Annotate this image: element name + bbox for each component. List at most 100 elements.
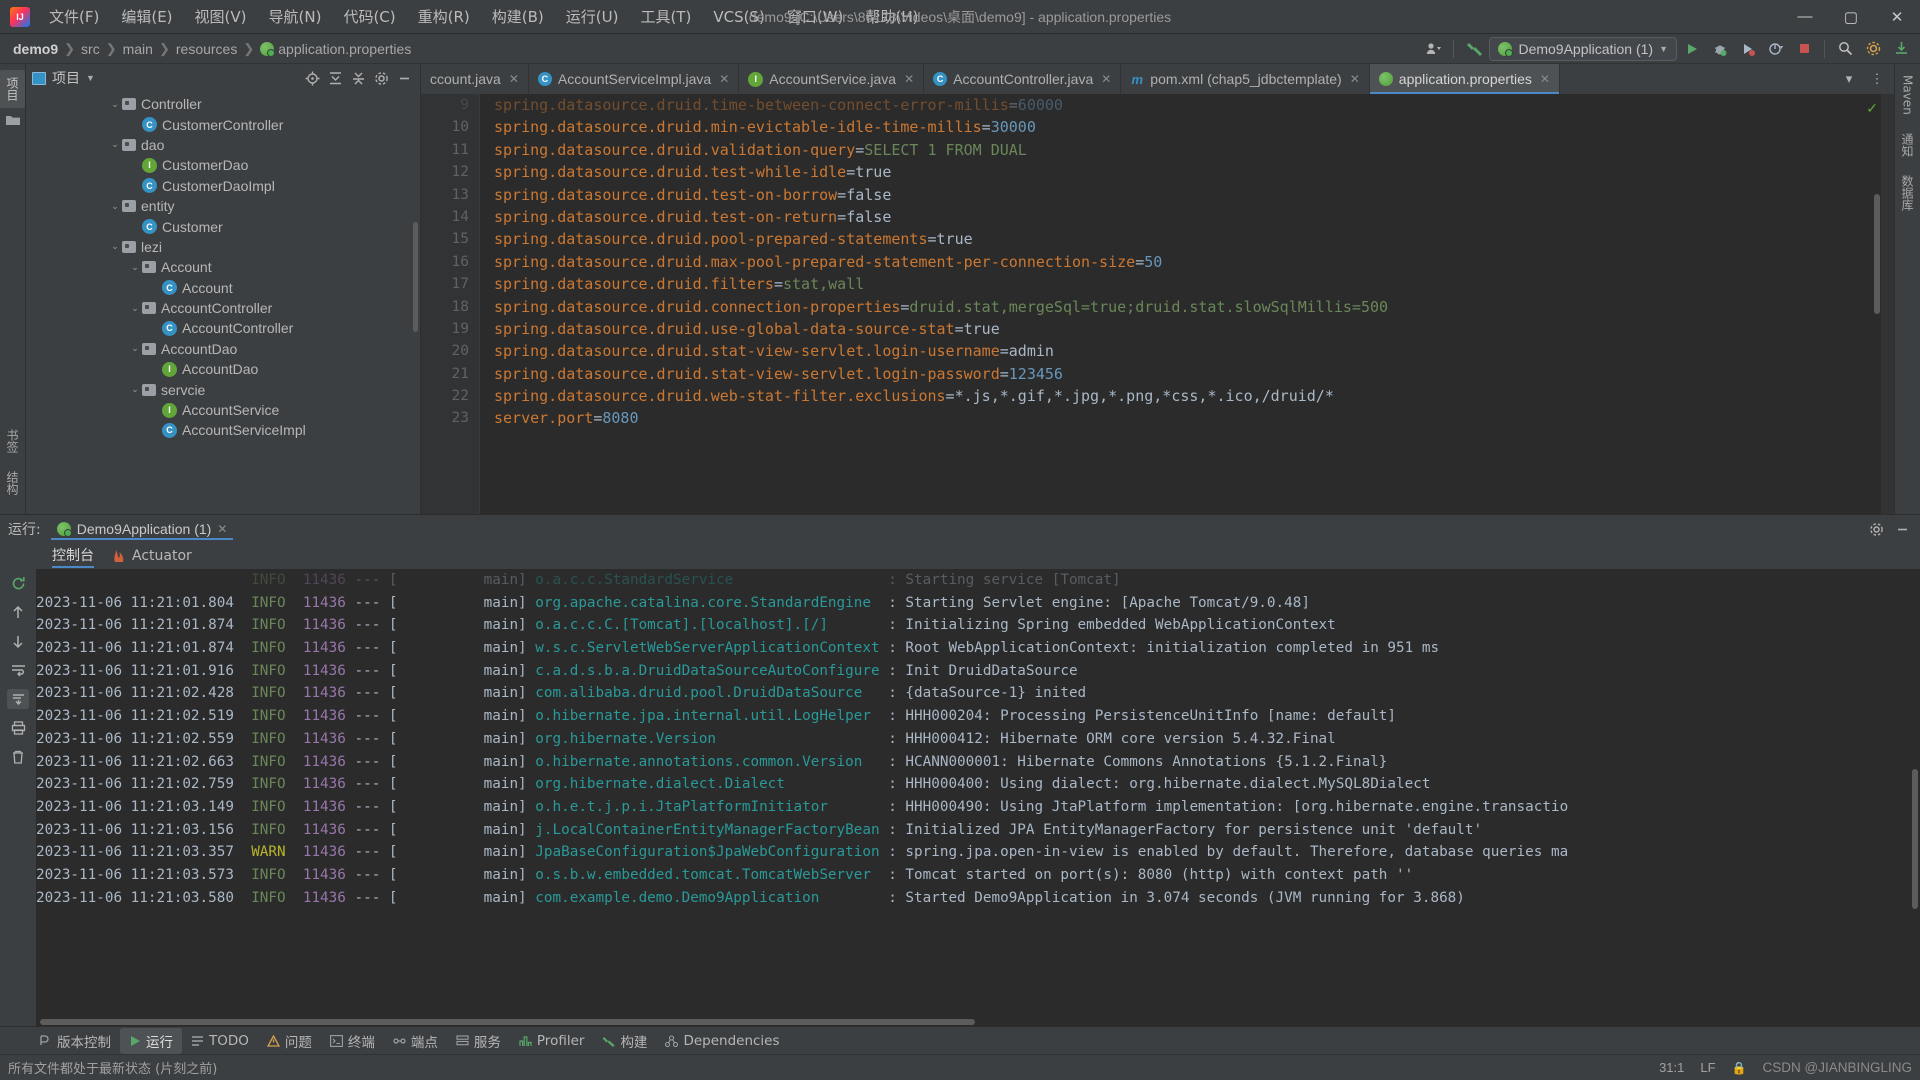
tree-node[interactable]: C CustomerDaoImpl [26,176,420,196]
tree-node[interactable]: ⌄ Account [26,257,420,277]
run-config-tab[interactable]: Demo9Application (1) ✕ [51,518,234,540]
run-with-coverage-button[interactable] [1735,37,1761,61]
tree-node[interactable]: I AccountService [26,400,420,420]
tool-window-button-7[interactable]: Profiler [510,1030,594,1052]
scroll-up-icon[interactable] [7,602,29,622]
chevron-down-icon[interactable]: ▾ [1836,67,1862,91]
minimize-button[interactable]: — [1782,0,1828,34]
code-line[interactable]: spring.datasource.druid.connection-prope… [494,296,1894,318]
close-icon[interactable]: ✕ [1540,72,1550,86]
print-icon[interactable] [7,718,29,738]
menu-item-8[interactable]: 工具(T) [629,2,702,31]
menu-item-7[interactable]: 运行(U) [555,2,630,31]
close-icon[interactable]: ✕ [1350,72,1360,86]
tool-tab-structure[interactable]: 结构 [1,466,24,500]
caret-position[interactable]: 31:1 [1659,1060,1684,1075]
debug-button[interactable] [1707,37,1733,61]
code-line[interactable]: spring.datasource.druid.test-while-idle=… [494,161,1894,183]
code-line[interactable]: spring.datasource.druid.validation-query… [494,139,1894,161]
stop-button[interactable] [1791,37,1817,61]
menu-item-11[interactable]: 帮助(H) [854,2,929,31]
tool-window-button-3[interactable]: 问题 [258,1028,321,1054]
code-line[interactable]: spring.datasource.druid.filters=stat,wal… [494,273,1894,295]
tree-node[interactable]: C CustomerController [26,114,420,134]
tree-node[interactable]: ⌄ AccountDao [26,339,420,359]
code-content[interactable]: spring.datasource.druid.time-between-con… [479,94,1894,514]
maximize-button[interactable]: ▢ [1828,0,1874,34]
code-line[interactable]: spring.datasource.druid.stat-view-servle… [494,340,1894,362]
breadcrumb-item-0[interactable]: demo9 [10,41,61,57]
menu-item-3[interactable]: 导航(N) [258,2,333,31]
profile-button[interactable] [1763,37,1789,61]
tree-node[interactable]: ⌄ AccountController [26,298,420,318]
tree-node[interactable]: I AccountDao [26,359,420,379]
chevron-down-icon[interactable]: ⌄ [128,303,142,314]
collapse-all-icon[interactable] [348,68,368,88]
tool-window-button-0[interactable]: 版本控制 [30,1028,120,1054]
console-scrollbar[interactable] [1912,769,1918,909]
menu-item-2[interactable]: 视图(V) [184,2,258,31]
tree-node[interactable]: ⌄ lezi [26,237,420,257]
chevron-down-icon[interactable]: ⌄ [108,139,122,150]
tree-node[interactable]: I CustomerDao [26,155,420,175]
panel-settings-gear-icon[interactable] [371,68,391,88]
breadcrumb-item-1[interactable]: src [78,41,103,57]
clear-all-icon[interactable] [7,747,29,767]
breadcrumb-item-4[interactable]: application.properties [257,41,414,57]
breadcrumb-item-3[interactable]: resources [173,41,240,57]
scroll-to-end-icon[interactable] [7,689,29,709]
tool-window-button-2[interactable]: TODO [182,1030,258,1052]
code-line[interactable]: spring.datasource.druid.min-evictable-id… [494,116,1894,138]
code-line[interactable]: spring.datasource.druid.time-between-con… [494,94,1894,116]
close-icon[interactable]: ✕ [1101,72,1111,86]
settings-gear-icon[interactable] [1860,37,1886,61]
tree-node[interactable]: C AccountServiceImpl [26,420,420,440]
chevron-down-icon[interactable]: ▼ [86,73,95,83]
line-separator[interactable]: LF [1700,1060,1715,1075]
run-subtab-1[interactable]: Actuator [112,548,192,564]
project-tree[interactable]: ⌄ Controller C CustomerController ⌄ dao I Custo… [26,92,420,514]
code-line[interactable]: spring.datasource.druid.test-on-return=f… [494,206,1894,228]
chevron-down-icon[interactable]: ⌄ [128,343,142,354]
chevron-down-icon[interactable]: ⌄ [128,384,142,395]
code-line[interactable]: spring.datasource.druid.use-global-data-… [494,318,1894,340]
code-line[interactable]: spring.datasource.druid.test-on-borrow=f… [494,184,1894,206]
lock-icon[interactable]: 🔒 [1732,1061,1747,1075]
close-button[interactable]: ✕ [1874,0,1920,34]
tree-node[interactable]: ⌄ entity [26,196,420,216]
user-account-icon[interactable] [1420,37,1446,61]
menu-item-0[interactable]: 文件(F) [38,2,110,31]
tool-window-button-6[interactable]: 服务 [447,1028,510,1054]
editor-scrollbar[interactable] [1874,194,1880,314]
menu-item-10[interactable]: 窗口(W) [776,2,855,31]
console-output[interactable]: INFO 11436 --- [ main] o.a.c.c.StandardS… [36,569,1920,1026]
rerun-icon[interactable] [7,573,29,593]
tool-window-button-8[interactable]: 构建 [593,1028,656,1054]
hide-panel-icon[interactable] [394,68,414,88]
editor-tab-0[interactable]: ccount.java ✕ [421,64,529,94]
tool-window-button-4[interactable]: 终端 [321,1028,384,1054]
editor-tab-1[interactable]: C AccountServiceImpl.java ✕ [529,64,740,94]
run-settings-gear-icon[interactable] [1866,519,1886,539]
run-configuration-selector[interactable]: Demo9Application (1) ▼ [1489,36,1677,61]
build-hammer-icon[interactable] [1461,37,1487,61]
close-icon[interactable]: ✕ [719,72,729,86]
more-options-icon[interactable]: ⋮ [1864,67,1890,91]
editor-tab-4[interactable]: m pom.xml (chap5_jdbctemplate) ✕ [1121,64,1370,94]
editor-tab-3[interactable]: C AccountController.java ✕ [924,64,1122,94]
console-hscrollbar-thumb[interactable] [40,1019,975,1025]
search-everywhere-icon[interactable] [1832,37,1858,61]
tree-scrollbar[interactable] [413,222,418,332]
tree-node[interactable]: ⌄ Controller [26,94,420,114]
code-editor[interactable]: 9 10 11 12 13 14 15 16 17 18 19 20 21 22 23 spring.dat… [421,94,1894,514]
tool-window-button-5[interactable]: 端点 [384,1028,447,1054]
chevron-down-icon[interactable]: ⌄ [128,262,142,273]
soft-wrap-icon[interactable] [7,660,29,680]
code-line[interactable]: spring.datasource.druid.stat-view-servle… [494,363,1894,385]
code-line[interactable]: server.port=8080 [494,407,1894,429]
locate-file-icon[interactable] [302,68,322,88]
tool-tab-notifications[interactable]: 通知 [1896,128,1919,162]
tool-tab-project[interactable]: 项目 [0,70,25,108]
tree-node[interactable]: ⌄ dao [26,135,420,155]
tool-tab-bookmarks[interactable]: 书签 [1,424,24,458]
